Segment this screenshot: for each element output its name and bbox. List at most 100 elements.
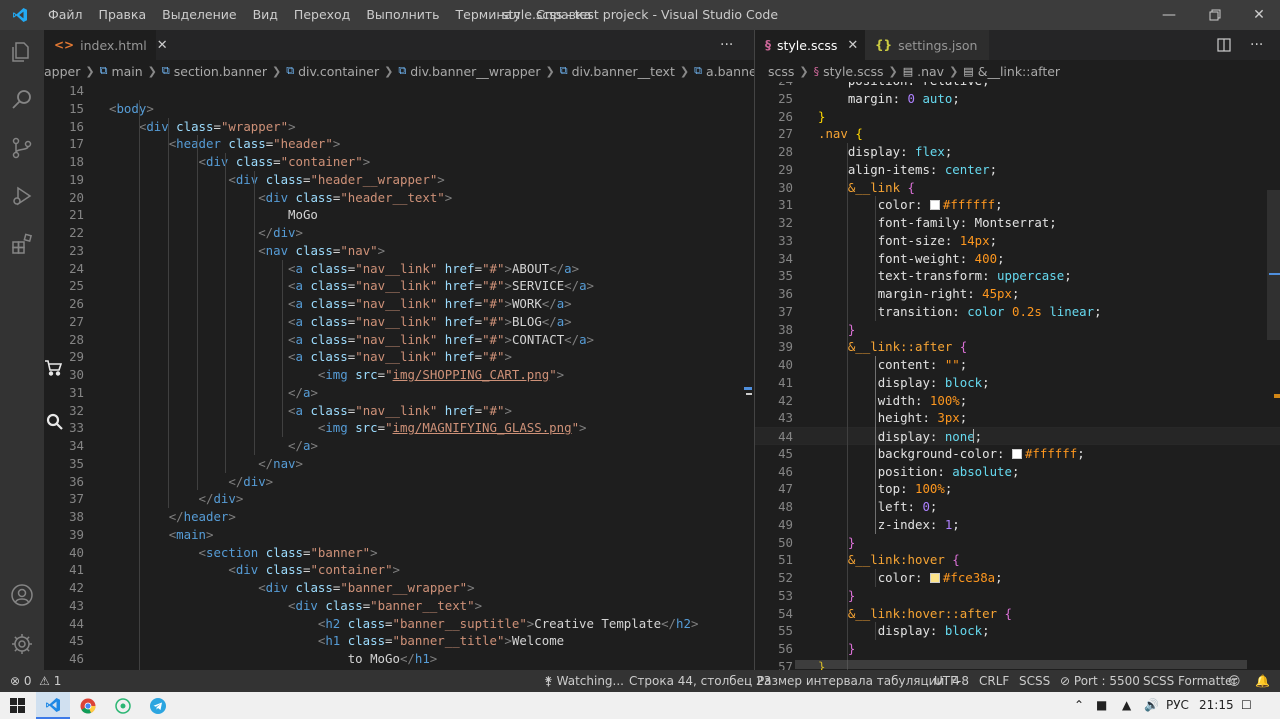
line-number: 15 (69, 100, 84, 116)
menu-item[interactable]: Выделение (154, 0, 244, 30)
breadcrumb-item[interactable]: ⧉ div.banner__text (560, 64, 675, 79)
magnifying-glass-icon (46, 413, 66, 435)
breadcrumb-item[interactable]: ⧉ main (100, 64, 143, 79)
code-text: <div class="container"> (228, 562, 400, 578)
scroll-marker (1274, 394, 1280, 398)
encoding-indicator[interactable]: UTF-8 (934, 670, 969, 692)
menu-item[interactable]: Вид (245, 0, 286, 30)
taskbar-telegram-icon[interactable] (141, 692, 175, 719)
close-tab-icon[interactable]: ✕ (847, 38, 858, 53)
line-number: 45 (778, 445, 793, 461)
element-icon: ⧉ (398, 64, 407, 77)
taskbar-app-icon[interactable] (106, 692, 140, 719)
source-control-icon[interactable] (0, 126, 44, 170)
more-actions-icon[interactable]: ··· (720, 30, 733, 60)
code-line: 36 </div> (44, 473, 754, 491)
breadcrumb-item[interactable]: ▤ .nav (903, 64, 944, 79)
sass-watch-status[interactable]: ⚵ Watching... (544, 670, 624, 692)
code-line: 23 <nav class="nav"> (44, 242, 754, 260)
eol-indicator[interactable]: CRLF (979, 670, 1009, 692)
code-text: <a class="nav__link" href="#">SERVICE</a… (288, 278, 595, 294)
code-line: 18 <div class="container"> (44, 153, 754, 171)
code-text: color: #fce38a; (877, 570, 1003, 585)
explorer-icon[interactable] (0, 30, 44, 74)
menu-item[interactable]: Правка (91, 0, 155, 30)
accounts-icon[interactable] (0, 573, 44, 617)
close-tab-icon[interactable]: ✕ (157, 38, 168, 53)
line-number: 47 (778, 481, 793, 497)
minimize-button[interactable]: — (1146, 0, 1192, 30)
code-line: 39 &__link::after { (755, 338, 1280, 356)
settings-gear-icon[interactable] (0, 622, 44, 666)
indent-guide (847, 143, 848, 670)
tray-notification-icon[interactable]: ☐ (1241, 692, 1252, 719)
taskbar-chrome-icon[interactable] (71, 692, 105, 719)
scrollbar-thumb[interactable] (1267, 190, 1280, 340)
code-line: 56 } (755, 640, 1280, 658)
run-debug-icon[interactable] (0, 174, 44, 218)
tray-language[interactable]: РУС (1166, 692, 1189, 719)
indent-guide (254, 170, 255, 242)
menu-item[interactable]: Переход (286, 0, 358, 30)
extensions-icon[interactable] (0, 222, 44, 266)
breadcrumb-item[interactable]: ⧉a.banner__button (694, 64, 754, 79)
tray-network-icon[interactable]: ■ (1096, 692, 1107, 719)
code-line: 22 </div> (44, 224, 754, 242)
code-text: } (847, 587, 856, 603)
close-window-button[interactable]: ✕ (1236, 0, 1280, 30)
more-actions-icon[interactable]: ··· (1250, 30, 1263, 60)
menu-item[interactable]: Выполнить (358, 0, 447, 30)
problems-indicator[interactable]: ⊗ 0 ⚠ 1 (10, 670, 61, 692)
line-number: 43 (778, 410, 793, 426)
split-editor-icon[interactable] (1217, 30, 1231, 60)
live-server-port[interactable]: ⊘ Port : 5500 (1060, 670, 1140, 692)
horizontal-scrollbar[interactable] (795, 660, 1247, 669)
cursor-position[interactable]: Строка 44, столбец 23 (629, 670, 771, 692)
taskbar-vscode-icon[interactable] (36, 692, 70, 719)
tab-settings-json[interactable]: {} settings.json (865, 30, 989, 60)
tab-index-html[interactable]: <> index.html ✕ (44, 30, 168, 60)
breadcrumb-separator-icon: ❯ (545, 64, 555, 78)
code-line: 41 display: block; (755, 374, 1280, 392)
breadcrumb-item[interactable]: ⧉ div.banner__wrapper (398, 64, 540, 79)
code-line: 40 content: ""; (755, 356, 1280, 374)
tray-clock[interactable]: 21:15 (1199, 692, 1234, 719)
feedback-icon[interactable]: ☺ (1228, 670, 1241, 692)
code-text: top: 100%; (877, 481, 953, 497)
maximize-button[interactable] (1192, 0, 1238, 30)
code-text: &__link { (847, 179, 915, 195)
menu-item[interactable]: Справка (528, 0, 599, 30)
line-number: 32 (778, 215, 793, 230)
breadcrumb-item[interactable]: ⧉ div.container (286, 64, 379, 79)
tab-style-scss[interactable]: § style.scss ✕ (755, 30, 865, 60)
formatter-status[interactable]: SCSS Formatter (1143, 670, 1237, 692)
breadcrumb-item[interactable]: § style.scss (814, 64, 884, 79)
tab-size-indicator[interactable]: Размер интервала табуляции: 4 (757, 670, 960, 692)
tray-volume-icon[interactable]: 🔊 (1144, 692, 1159, 719)
code-text: <a class="nav__link" href="#">BLOG</a> (288, 313, 572, 329)
notifications-bell-icon[interactable]: 🔔 (1255, 670, 1270, 692)
code-line: 15 <body> (44, 100, 754, 118)
scroll-marker (744, 387, 752, 390)
code-text: align-items: center; (847, 161, 998, 177)
language-mode[interactable]: SCSS (1019, 670, 1050, 692)
menu-item[interactable]: Файл (40, 0, 91, 30)
scss-code-view[interactable]: 24 position: relative;25 margin: 0 auto;… (755, 82, 1280, 670)
breadcrumb-separator-icon: ❯ (679, 64, 690, 78)
html-code-view[interactable]: 14 15 <body> 16 <div class="wrapper"> 17 <he… (44, 82, 754, 670)
code-line: 55 display: block; (755, 622, 1280, 640)
code-text: } (847, 534, 856, 550)
tray-chevron-icon[interactable]: ⌃ (1074, 692, 1084, 719)
code-text: height: 3px; (877, 410, 968, 426)
breadcrumb-item[interactable]: ▤ &__link::after (963, 64, 1060, 79)
windows-start-icon[interactable] (0, 692, 34, 719)
element-icon: ⧉ (286, 64, 295, 77)
tray-wifi-icon[interactable]: ▲ (1122, 692, 1131, 719)
line-number: 21 (69, 207, 84, 223)
search-icon[interactable] (0, 78, 44, 122)
breadcrumb-item[interactable]: apper (44, 64, 80, 79)
menu-item[interactable]: Терминал (448, 0, 529, 30)
breadcrumb-item[interactable]: ⧉ section.banner (162, 64, 267, 79)
breadcrumb-item[interactable]: scss (768, 64, 794, 79)
line-number: 56 (778, 641, 793, 656)
